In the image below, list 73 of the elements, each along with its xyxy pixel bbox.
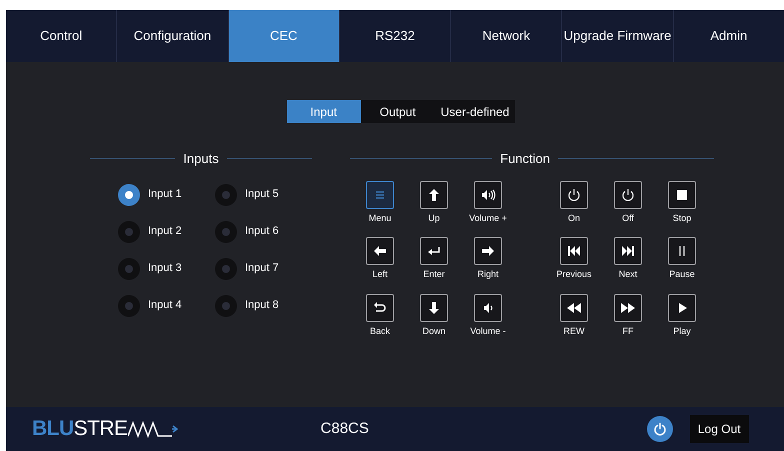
logout-button[interactable]: Log Out <box>690 415 749 443</box>
voldown-button[interactable] <box>474 294 502 322</box>
stop-button[interactable] <box>668 180 696 208</box>
button-label: Stop <box>672 212 692 225</box>
down-button[interactable] <box>420 294 448 322</box>
button-label: Volume - <box>470 324 506 338</box>
ff-button[interactable] <box>614 294 642 322</box>
radio-label: Input 1 <box>148 187 182 202</box>
button-label: REW <box>564 324 584 338</box>
right-button[interactable] <box>474 237 502 265</box>
rew-button[interactable] <box>560 294 588 322</box>
power-button[interactable] <box>560 180 588 208</box>
radio-button[interactable] <box>118 294 140 316</box>
left-button[interactable] <box>366 237 394 265</box>
back-button[interactable] <box>366 294 394 322</box>
nav-tab[interactable]: Network <box>450 10 562 62</box>
previous-track-icon <box>566 243 582 259</box>
nav-tab[interactable]: Upgrade Firmware <box>561 10 673 62</box>
radio-label: Input 7 <box>245 261 279 276</box>
button-label: Volume + <box>469 212 507 224</box>
radio-button[interactable] <box>118 258 140 280</box>
power-icon <box>652 422 667 436</box>
prev-button[interactable] <box>560 237 588 265</box>
button-label: Pause <box>669 268 695 281</box>
radio-button[interactable] <box>215 258 237 280</box>
right-arrow-icon <box>480 243 496 259</box>
button-label: Up <box>428 212 440 225</box>
radio-button[interactable] <box>215 184 237 206</box>
button-label: FF <box>622 324 634 338</box>
menu-button[interactable] <box>366 180 394 208</box>
power-button[interactable] <box>646 416 673 442</box>
device-model: C88CS <box>320 418 369 439</box>
radio-label: Input 8 <box>245 298 279 314</box>
button-label: Next <box>618 268 638 281</box>
button-label: Menu <box>368 212 392 224</box>
radio-label: Input 5 <box>245 187 279 202</box>
nav-tab[interactable]: CEC <box>228 10 339 62</box>
next-button[interactable] <box>614 237 642 265</box>
sub-tab[interactable]: Input <box>286 100 361 123</box>
power-button[interactable] <box>614 180 642 208</box>
button-label: Back <box>370 324 390 338</box>
button-label: Off <box>622 212 634 224</box>
radio-button[interactable] <box>118 220 140 242</box>
radio-label: Input 2 <box>148 224 182 240</box>
radio-button[interactable] <box>118 184 140 206</box>
radio-label: Input 3 <box>148 261 182 276</box>
pause-button[interactable] <box>668 237 696 265</box>
power-icon <box>566 186 582 202</box>
next-track-icon <box>620 243 636 259</box>
button-label: Enter <box>423 268 445 281</box>
button-label: Previous <box>556 268 592 281</box>
up-button[interactable] <box>420 180 448 208</box>
radio-button[interactable] <box>215 220 237 242</box>
enter-button[interactable] <box>420 237 448 265</box>
button-label: On <box>568 212 580 224</box>
radio-label: Input 4 <box>148 298 182 314</box>
radio-button[interactable] <box>215 294 237 316</box>
section-title: Inputs <box>183 150 219 168</box>
radio-label: Input 6 <box>245 224 279 240</box>
section-title: Function <box>500 150 550 168</box>
nav-tab[interactable]: RS232 <box>338 10 450 62</box>
brand-logo: BLUSTRE <box>32 413 178 445</box>
nav-tab[interactable]: Admin <box>672 10 784 62</box>
button-label: Left <box>372 268 388 281</box>
button-label: Right <box>477 268 498 281</box>
button-label: Play <box>673 324 691 338</box>
button-label: Down <box>422 324 446 338</box>
power-icon <box>620 186 636 202</box>
play-button[interactable] <box>668 294 696 322</box>
volup-button[interactable] <box>474 180 502 208</box>
sub-tab[interactable]: Output <box>360 100 435 123</box>
sub-tab[interactable]: User-defined <box>434 100 516 123</box>
nav-tab[interactable]: Control <box>6 10 116 62</box>
